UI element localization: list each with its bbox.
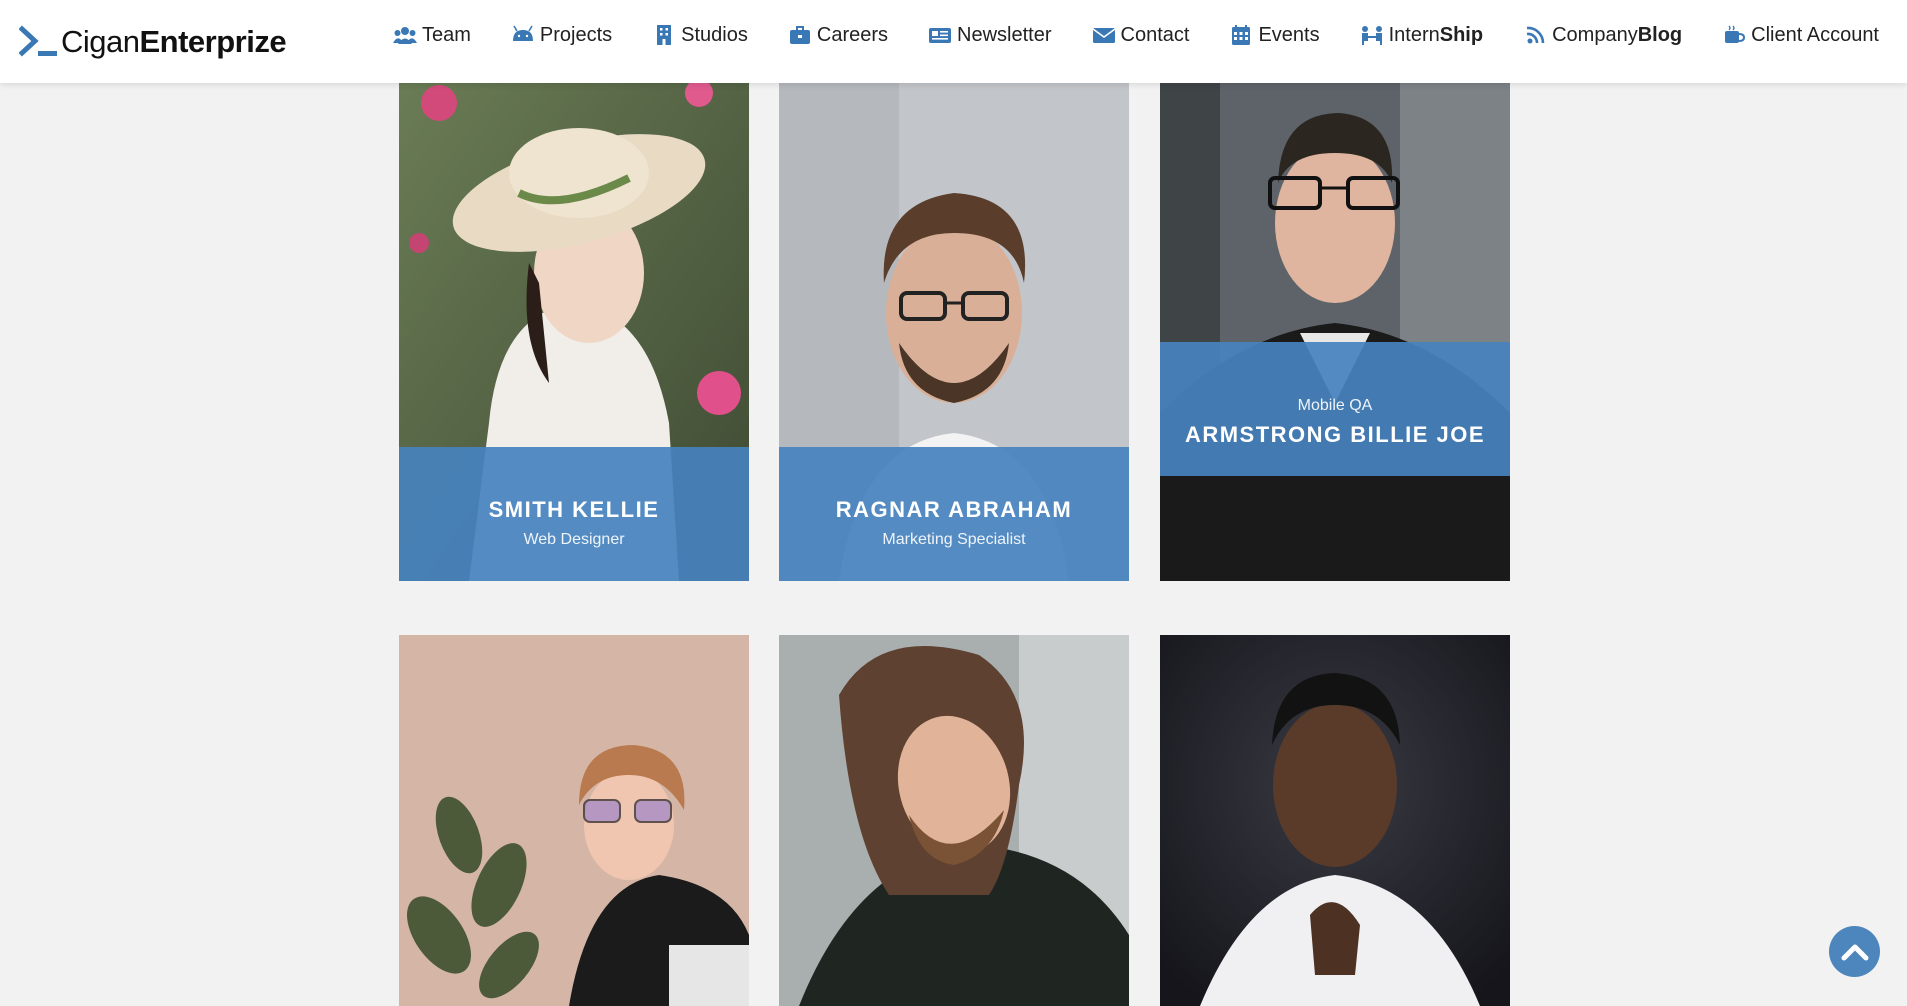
nav-label: Team	[422, 23, 471, 46]
calendar-icon	[1232, 25, 1251, 45]
team-photo	[1160, 83, 1510, 581]
team-card[interactable]	[1160, 635, 1510, 1006]
newspaper-icon	[929, 28, 952, 43]
nav-label: InternShip	[1389, 24, 1484, 47]
nav-label: Careers	[816, 23, 889, 46]
site-header: CiganEnterprize Team Projects Studios Ca…	[0, 0, 1907, 83]
nav-item-projects[interactable]: Projects	[511, 24, 612, 47]
team-card[interactable]	[779, 635, 1129, 1006]
nav-item-studios[interactable]: Studios	[652, 24, 748, 47]
nav-label: Newsletter	[957, 23, 1052, 46]
nav-item-team[interactable]: Team	[393, 24, 471, 47]
nav-label-pre: Company	[1552, 23, 1638, 46]
users-icon	[393, 27, 417, 44]
team-member-name: Ragnar Abraham	[835, 497, 1073, 522]
nav-label: Contact	[1120, 23, 1190, 46]
nav-label: Client Account	[1751, 23, 1879, 46]
team-member-role: Web Designer	[523, 531, 625, 548]
nav-label-bold: Ship	[1439, 23, 1484, 46]
team-card[interactable]: Ragnar Abraham Marketing Specialist	[779, 83, 1129, 581]
nav-item-newsletter[interactable]: Newsletter	[928, 23, 1052, 47]
nav-label: Studios	[681, 23, 748, 46]
envelope-icon	[1092, 28, 1115, 43]
nav-item-careers[interactable]: Careers	[788, 24, 888, 47]
team-member-name: Armstrong Billie Joe	[1184, 422, 1486, 447]
brand-name: CiganEnterprize	[61, 24, 287, 60]
brand-logo[interactable]: CiganEnterprize	[19, 22, 287, 62]
nav-item-companyblog[interactable]: CompanyBlog	[1523, 24, 1682, 47]
briefcase-icon	[789, 26, 810, 44]
building-icon	[657, 25, 672, 45]
team-card-caption: Smith Kellie Web Designer	[399, 447, 749, 581]
team-member-role: Marketing Specialist	[882, 531, 1026, 548]
team-card[interactable]: Smith Kellie Web Designer	[399, 83, 749, 581]
nav-label: CompanyBlog	[1552, 24, 1682, 47]
team-photo	[1160, 635, 1510, 1006]
team-card[interactable]: Mobile QA Armstrong Billie Joe	[1160, 83, 1510, 581]
team-card-caption: Ragnar Abraham Marketing Specialist	[779, 447, 1129, 581]
team-card[interactable]	[399, 635, 749, 1006]
team-photo	[779, 635, 1129, 1006]
chevron-up-icon	[1841, 944, 1868, 960]
nav-label: Events	[1258, 23, 1320, 46]
brand-prefix: Cigan	[61, 24, 140, 59]
nav-label: Projects	[539, 23, 613, 46]
nav-item-client-account[interactable]: Client Account	[1722, 24, 1879, 47]
terminal-prompt-icon	[19, 25, 57, 57]
scroll-top-button[interactable]	[1829, 926, 1880, 977]
team-photo	[399, 635, 749, 1006]
nav-item-events[interactable]: Events	[1229, 23, 1320, 47]
android-icon	[512, 25, 533, 41]
nav-item-contact[interactable]: Contact	[1092, 23, 1190, 47]
team-card-caption: Mobile QA Armstrong Billie Joe	[1160, 342, 1510, 476]
coffee-icon	[1725, 25, 1746, 43]
brand-suffix: Enterprize	[139, 24, 287, 59]
group-icon	[1361, 26, 1382, 45]
nav-label-pre: Intern	[1388, 23, 1440, 46]
nav-item-internship[interactable]: InternShip	[1360, 24, 1484, 47]
rss-icon	[1526, 26, 1545, 44]
nav-label-bold: Blog	[1637, 23, 1683, 46]
main-nav: Team Projects Studios Careers Newsletter…	[393, 20, 1879, 50]
team-member-role: Mobile QA	[1297, 397, 1373, 414]
team-member-name: Smith Kellie	[488, 497, 660, 522]
